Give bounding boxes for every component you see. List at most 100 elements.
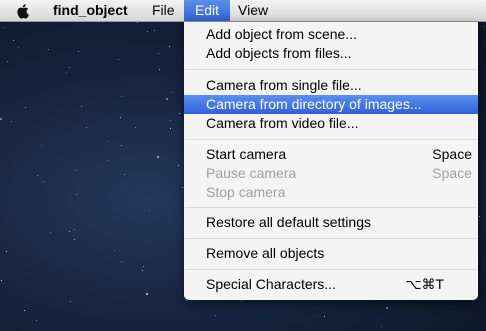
view-menu[interactable]: View xyxy=(238,0,268,21)
star xyxy=(114,250,115,251)
menu-item-label: Camera from single file... xyxy=(206,77,362,93)
menu-item-label: Camera from video file... xyxy=(206,115,359,131)
star xyxy=(69,231,70,232)
star xyxy=(1,280,2,281)
menu-item-label: Camera from directory of images... xyxy=(206,96,422,112)
star xyxy=(124,174,125,175)
star xyxy=(186,300,187,301)
menu-item-camera-from-video-file[interactable]: Camera from video file... xyxy=(184,114,478,133)
star xyxy=(135,127,136,128)
menu-separator xyxy=(185,269,477,270)
star xyxy=(76,194,77,195)
menu-item-label: Restore all default settings xyxy=(206,214,371,230)
shortcut-label: Space xyxy=(432,146,472,162)
menu-item-label: Special Characters... xyxy=(206,276,336,292)
star xyxy=(70,301,71,302)
star xyxy=(170,128,171,129)
menu-item-camera-from-directory[interactable]: Camera from directory of images... xyxy=(184,95,478,114)
star xyxy=(48,49,49,50)
menu-separator xyxy=(185,69,477,70)
star xyxy=(169,46,170,47)
menu-item-restore-default-settings[interactable]: Restore all default settings xyxy=(184,213,478,232)
star xyxy=(121,145,122,146)
star xyxy=(41,145,42,146)
star xyxy=(479,216,480,217)
star xyxy=(81,106,82,107)
star xyxy=(78,51,79,52)
menu-item-label: Add object from scene... xyxy=(206,26,357,42)
star xyxy=(108,141,109,142)
star xyxy=(381,326,382,327)
star xyxy=(182,187,183,188)
star xyxy=(118,59,119,60)
menu-separator xyxy=(185,207,477,208)
apple-menu-icon[interactable] xyxy=(16,0,32,21)
star xyxy=(74,229,75,230)
star xyxy=(6,251,7,252)
star xyxy=(120,117,121,118)
star xyxy=(154,30,155,31)
star xyxy=(170,120,171,121)
star xyxy=(121,261,122,262)
star xyxy=(36,320,37,321)
star xyxy=(159,69,160,70)
star xyxy=(13,40,14,41)
menu-item-label: Pause camera xyxy=(206,165,297,181)
star xyxy=(66,72,67,73)
menu-item-start-camera[interactable]: Start camera Space xyxy=(184,145,478,164)
menu-item-label: Start camera xyxy=(206,146,287,162)
menu-item-stop-camera: Stop camera xyxy=(184,183,478,202)
star xyxy=(121,96,122,97)
star xyxy=(149,210,150,211)
star xyxy=(166,98,168,100)
star xyxy=(3,27,4,28)
file-menu[interactable]: File xyxy=(152,0,175,21)
star xyxy=(0,118,2,120)
menu-item-add-objects-from-files[interactable]: Add objects from files... xyxy=(184,44,478,63)
menu-item-add-object-from-scene[interactable]: Add object from scene... xyxy=(184,25,478,44)
menu-item-camera-from-single-file[interactable]: Camera from single file... xyxy=(184,76,478,95)
menu-separator xyxy=(185,238,477,239)
edit-menu[interactable]: Edit xyxy=(184,0,230,21)
star xyxy=(37,175,38,176)
shortcut-label: ⌥⌘T xyxy=(405,276,444,292)
star xyxy=(147,31,148,32)
shortcut-label: Space xyxy=(432,165,472,181)
star xyxy=(172,92,173,93)
star xyxy=(69,67,70,68)
star xyxy=(146,293,148,295)
edit-dropdown-menu: Add object from scene... Add objects fro… xyxy=(184,22,478,300)
star xyxy=(324,316,325,317)
menu-item-special-characters[interactable]: Special Characters... ⌥⌘T xyxy=(184,275,478,294)
star xyxy=(25,107,26,108)
star xyxy=(483,26,484,27)
star xyxy=(18,47,19,48)
star xyxy=(215,315,216,316)
star xyxy=(43,181,44,182)
star xyxy=(86,127,87,128)
star xyxy=(7,61,8,62)
menu-item-pause-camera: Pause camera Space xyxy=(184,164,478,183)
star xyxy=(74,239,75,240)
menu-item-label: Stop camera xyxy=(206,184,286,200)
star xyxy=(179,113,180,114)
menu-bar: find_object File Edit View xyxy=(0,0,486,22)
menu-item-label: Add objects from files... xyxy=(206,45,352,61)
star xyxy=(386,307,388,309)
star xyxy=(142,270,143,271)
star xyxy=(137,22,138,23)
menu-separator xyxy=(185,139,477,140)
star xyxy=(50,232,51,233)
star xyxy=(158,53,159,54)
app-menu[interactable]: find_object xyxy=(53,0,128,21)
star xyxy=(178,165,179,166)
menu-item-remove-all-objects[interactable]: Remove all objects xyxy=(184,244,478,263)
star xyxy=(157,156,159,158)
star xyxy=(108,160,109,161)
star xyxy=(143,266,144,267)
star xyxy=(75,170,76,171)
star xyxy=(241,300,242,301)
star xyxy=(24,310,25,311)
menu-item-label: Remove all objects xyxy=(206,245,325,261)
star xyxy=(11,121,12,122)
